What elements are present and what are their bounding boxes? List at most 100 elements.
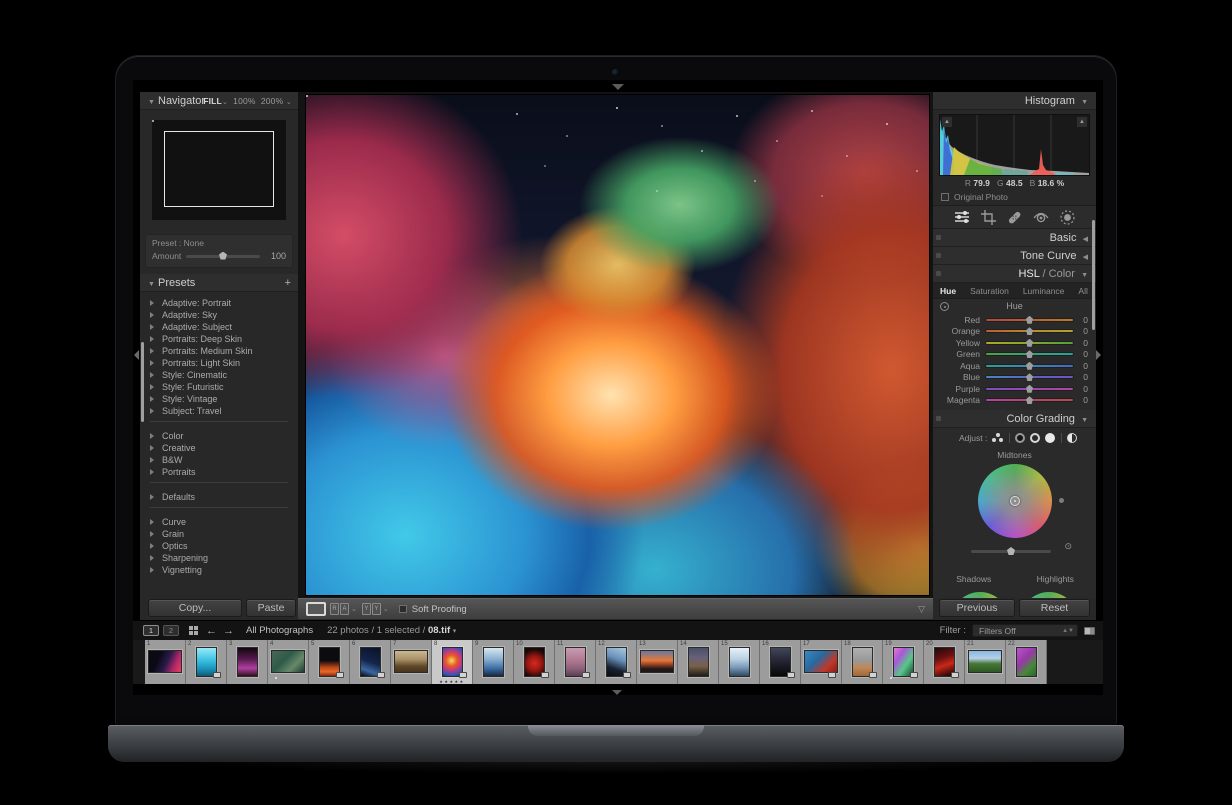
hue-knob[interactable] bbox=[1059, 498, 1064, 503]
preset-item-label[interactable]: Portraits: Light Skin bbox=[140, 357, 298, 369]
filmstrip-thumbnail-cell[interactable]: 13 bbox=[637, 640, 678, 684]
right-panel-scrollbar[interactable] bbox=[1092, 220, 1095, 330]
histogram-graph[interactable]: ▲ ▲ bbox=[939, 114, 1090, 176]
navigator-preview[interactable] bbox=[152, 120, 286, 220]
basic-header[interactable]: Basic ◀ bbox=[933, 229, 1096, 247]
preset-item-label[interactable]: Style: Vintage bbox=[140, 393, 298, 405]
presets-header[interactable]: ▼ Presets + bbox=[140, 274, 298, 292]
filmstrip-thumbnail-cell[interactable]: 12 bbox=[596, 640, 637, 684]
preset-item[interactable]: Creative bbox=[140, 442, 298, 454]
create-preset-plus-icon[interactable]: + bbox=[285, 274, 291, 292]
amount-slider-thumb[interactable] bbox=[219, 252, 227, 260]
dropdown-caret-icon[interactable]: ⌄ bbox=[383, 605, 389, 613]
filmstrip-filename[interactable]: 08.tif bbox=[428, 625, 450, 636]
expand-arrow-icon[interactable] bbox=[150, 433, 154, 439]
filmstrip-thumbnail-cell[interactable]: 5 bbox=[309, 640, 350, 684]
target-adjust-icon[interactable] bbox=[940, 302, 949, 311]
hsl-slider-thumb[interactable] bbox=[1026, 373, 1033, 381]
tone-curve-header[interactable]: Tone Curve ◀ bbox=[933, 247, 1096, 265]
preset-item-label[interactable]: Creative bbox=[140, 442, 298, 454]
filmstrip-thumbnail-cell[interactable]: 15 bbox=[719, 640, 760, 684]
hsl-slider-thumb[interactable] bbox=[1026, 396, 1033, 404]
healing-brush-icon[interactable] bbox=[1007, 210, 1022, 225]
hsl-slider-track[interactable] bbox=[985, 329, 1074, 333]
expand-arrow-icon[interactable] bbox=[150, 519, 154, 525]
filmstrip-thumbnail-cell[interactable]: 21 bbox=[965, 640, 1006, 684]
grid-view-icon[interactable] bbox=[189, 626, 198, 635]
highlights-circle-icon[interactable] bbox=[1045, 433, 1055, 443]
filmstrip-thumbnail-cell[interactable]: 8 ★★★★★ bbox=[432, 640, 473, 684]
filmstrip-thumbnail-cell[interactable]: 10 bbox=[514, 640, 555, 684]
preset-item[interactable]: Subject: Travel bbox=[140, 405, 298, 417]
thumbnail-image[interactable] bbox=[1016, 647, 1037, 677]
preset-item[interactable]: Portraits bbox=[140, 466, 298, 478]
hsl-slider-thumb[interactable] bbox=[1026, 316, 1033, 324]
photo-canvas[interactable] bbox=[305, 94, 930, 596]
hsl-slider-track[interactable] bbox=[985, 387, 1074, 391]
top-panel-collapse-arrow-icon[interactable] bbox=[612, 84, 624, 90]
filmstrip-thumbnail-cell[interactable]: 2 bbox=[186, 640, 227, 684]
preset-item-label[interactable]: Vignetting bbox=[140, 564, 298, 576]
preset-item-label[interactable]: Color bbox=[140, 430, 298, 442]
preset-item-label[interactable]: Sharpening bbox=[140, 552, 298, 564]
hsl-slider-track[interactable] bbox=[985, 352, 1074, 356]
hsl-slider-track[interactable] bbox=[985, 341, 1074, 345]
left-panel-scrollbar[interactable] bbox=[141, 342, 144, 422]
midtones-color-wheel[interactable] bbox=[978, 464, 1052, 538]
thumbnail-image[interactable] bbox=[729, 647, 750, 677]
thumbnail-badge-icon[interactable] bbox=[213, 672, 221, 678]
original-photo-checkbox[interactable] bbox=[941, 193, 949, 201]
expand-arrow-icon[interactable] bbox=[150, 336, 154, 342]
thumbnail-badge-icon[interactable] bbox=[910, 672, 918, 678]
preset-item[interactable]: Portraits: Medium Skin bbox=[140, 345, 298, 357]
dropdown-caret-icon[interactable]: ▾ bbox=[453, 627, 457, 635]
midtones-circle-icon[interactable] bbox=[1030, 433, 1040, 443]
preset-item-label[interactable]: Curve bbox=[140, 516, 298, 528]
thumbnail-image[interactable] bbox=[640, 650, 674, 673]
thumbnail-badge-icon[interactable] bbox=[582, 672, 590, 678]
hsl-slider-track[interactable] bbox=[985, 398, 1074, 402]
edit-sliders-icon[interactable] bbox=[954, 210, 970, 224]
expand-arrow-icon[interactable] bbox=[150, 384, 154, 390]
preset-item[interactable] bbox=[140, 421, 298, 430]
thumbnail-image[interactable] bbox=[394, 650, 428, 673]
preset-item[interactable]: Sharpening bbox=[140, 552, 298, 564]
shadow-clipping-icon[interactable]: ▲ bbox=[942, 117, 952, 127]
expand-arrow-icon[interactable] bbox=[150, 543, 154, 549]
expand-arrow-icon[interactable] bbox=[150, 396, 154, 402]
shadows-circle-icon[interactable] bbox=[1015, 433, 1025, 443]
copy-button[interactable]: Copy... bbox=[148, 599, 242, 617]
loupe-view-icon[interactable] bbox=[306, 602, 326, 616]
thumbnail-badge-icon[interactable] bbox=[541, 672, 549, 678]
preset-item[interactable]: Color bbox=[140, 430, 298, 442]
hsl-slider-thumb[interactable] bbox=[1026, 362, 1033, 370]
filmstrip-thumbnail-cell[interactable]: 22 bbox=[1006, 640, 1047, 684]
preset-item[interactable]: Style: Vintage bbox=[140, 393, 298, 405]
histogram-header[interactable]: Histogram ▼ bbox=[933, 92, 1096, 110]
preset-item-label[interactable]: Optics bbox=[140, 540, 298, 552]
preset-item[interactable]: Style: Futuristic bbox=[140, 381, 298, 393]
soft-proofing-checkbox[interactable] bbox=[399, 605, 407, 613]
compare-view-icon[interactable]: RA bbox=[330, 603, 349, 615]
preset-item[interactable]: Adaptive: Sky bbox=[140, 309, 298, 321]
preset-item[interactable] bbox=[140, 507, 298, 516]
midtones-luminance-slider[interactable] bbox=[971, 550, 1051, 553]
filter-dropdown[interactable]: Filters Off ▲▼ bbox=[972, 624, 1078, 637]
reset-button[interactable]: Reset bbox=[1019, 599, 1090, 617]
paste-button[interactable]: Paste bbox=[246, 599, 296, 617]
filmstrip-thumbnail-cell[interactable]: 1 bbox=[145, 640, 186, 684]
dropdown-caret-icon[interactable]: ⌄ bbox=[351, 605, 357, 613]
expand-arrow-icon[interactable] bbox=[150, 300, 154, 306]
hsl-tab[interactable]: Hue bbox=[933, 283, 963, 299]
preset-item[interactable]: B&W bbox=[140, 454, 298, 466]
preset-item[interactable]: Portraits: Light Skin bbox=[140, 357, 298, 369]
color-wheel-puck[interactable] bbox=[1010, 496, 1020, 506]
preset-item-label[interactable]: Subject: Travel bbox=[140, 405, 298, 417]
go-forward-arrow-icon[interactable]: → bbox=[223, 625, 234, 637]
color-grading-header[interactable]: Color Grading ▼ bbox=[933, 410, 1096, 428]
survey-view-icon[interactable]: YY bbox=[362, 603, 381, 615]
thumbnail-image[interactable] bbox=[148, 650, 182, 673]
thumbnail-image[interactable] bbox=[271, 650, 305, 673]
expand-arrow-icon[interactable] bbox=[150, 445, 154, 451]
hsl-color-header[interactable]: HSL / Color ▼ bbox=[933, 265, 1096, 283]
